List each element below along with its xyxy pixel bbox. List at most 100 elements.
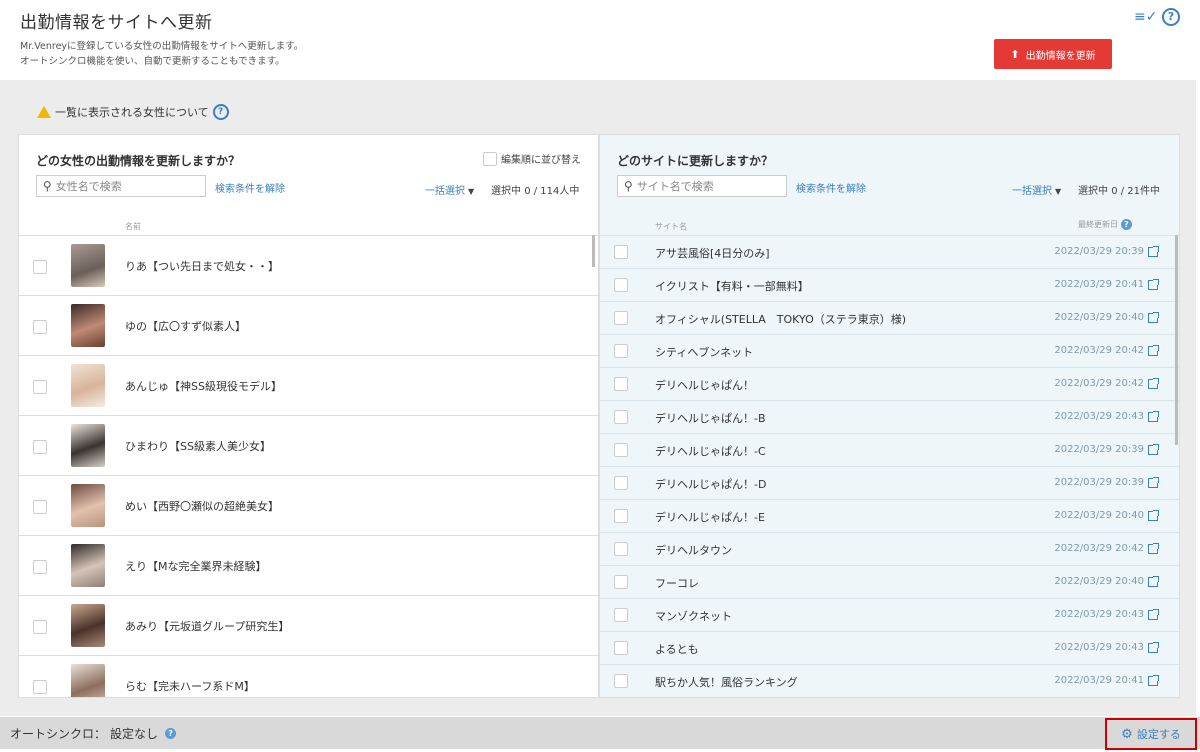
date-text: 2022/03/29 20:40 <box>1054 312 1144 323</box>
site-row[interactable]: デリヘルじゃぱん！ 2022/03/29 20:42 <box>600 367 1179 400</box>
woman-row[interactable]: めい【西野〇瀬似の超絶美女】 <box>19 475 598 535</box>
external-link-icon[interactable] <box>1148 641 1159 653</box>
sort-checkbox[interactable] <box>483 151 497 166</box>
women-list: りあ【つい先日まで処女・・】 ゆの【広〇すず似素人】 あんじゅ【神SS級現役モデ… <box>19 235 598 697</box>
external-link-icon[interactable] <box>1148 476 1159 488</box>
women-bulk-select[interactable]: 一括選択 ▼ <box>425 182 474 197</box>
woman-row[interactable]: らむ【完未ハーフ系ドM】 <box>19 655 598 697</box>
woman-name: あんじゅ【神SS級現役モデル】 <box>125 380 282 393</box>
site-row[interactable]: よるとも 2022/03/29 20:43 <box>600 631 1179 664</box>
woman-row[interactable]: あみり【元坂道グループ研究生】 <box>19 595 598 655</box>
woman-row[interactable]: りあ【つい先日まで処女・・】 <box>19 235 598 295</box>
sites-panel-title: どのサイトに更新しますか？ <box>617 154 774 168</box>
date-text: 2022/03/29 20:41 <box>1054 675 1144 686</box>
external-link-icon[interactable] <box>1148 608 1159 620</box>
site-row[interactable]: 駅ちか人気！風俗ランキング 2022/03/29 20:41 <box>600 664 1179 697</box>
last-updated: 2022/03/29 20:40 <box>1054 311 1159 323</box>
sites-bulk-select[interactable]: 一括選択 ▼ <box>1012 182 1061 197</box>
row-checkbox[interactable] <box>614 443 628 457</box>
update-attendance-button[interactable]: ⬆ 出勤情報を更新 <box>994 39 1112 69</box>
last-updated: 2022/03/29 20:42 <box>1054 377 1159 389</box>
woman-photo <box>71 364 105 407</box>
external-link-icon[interactable] <box>1148 575 1159 587</box>
women-list-scrollbar[interactable] <box>592 235 595 267</box>
row-checkbox[interactable] <box>33 440 47 454</box>
site-row[interactable]: デリヘルじゃぱん！-E 2022/03/29 20:40 <box>600 499 1179 532</box>
last-updated: 2022/03/29 20:40 <box>1054 509 1159 521</box>
woman-row[interactable]: あんじゅ【神SS級現役モデル】 <box>19 355 598 415</box>
sort-by-edit-toggle[interactable]: 編集順に並び替え <box>483 151 581 166</box>
site-row[interactable]: フーコレ 2022/03/29 20:40 <box>600 565 1179 598</box>
sites-search-input[interactable] <box>636 179 767 193</box>
last-updated: 2022/03/29 20:40 <box>1054 575 1159 587</box>
external-link-icon[interactable] <box>1148 542 1159 554</box>
row-checkbox[interactable] <box>33 620 47 634</box>
row-checkbox[interactable] <box>33 680 47 694</box>
row-checkbox[interactable] <box>614 311 628 325</box>
notice-text: 一覧に表示される女性について <box>55 106 209 119</box>
sites-list-scrollbar[interactable] <box>1175 235 1178 445</box>
sites-search[interactable]: ⚲ <box>617 175 787 197</box>
site-row[interactable]: シティヘブンネット 2022/03/29 20:42 <box>600 334 1179 367</box>
women-search-input[interactable] <box>55 179 186 193</box>
row-checkbox[interactable] <box>614 245 628 259</box>
row-checkbox[interactable] <box>33 380 47 394</box>
help-icon[interactable]: ? <box>1162 8 1180 26</box>
row-checkbox[interactable] <box>33 320 47 334</box>
external-link-icon[interactable] <box>1148 245 1159 257</box>
site-row[interactable]: デリヘルじゃぱん！-B 2022/03/29 20:43 <box>600 400 1179 433</box>
page-title: 出勤情報をサイトへ更新 <box>20 13 213 33</box>
women-search[interactable]: ⚲ <box>36 175 206 197</box>
external-link-icon[interactable] <box>1148 443 1159 455</box>
external-link-icon[interactable] <box>1148 410 1159 422</box>
last-updated: 2022/03/29 20:39 <box>1054 245 1159 257</box>
external-link-icon[interactable] <box>1148 311 1159 323</box>
selected-label: 選択中 <box>1078 186 1108 197</box>
row-checkbox[interactable] <box>614 476 628 490</box>
sort-label: 編集順に並び替え <box>501 155 581 166</box>
row-checkbox[interactable] <box>614 344 628 358</box>
woman-row[interactable]: ゆの【広〇すず似素人】 <box>19 295 598 355</box>
site-row[interactable]: デリヘルじゃぱん！-C 2022/03/29 20:39 <box>600 433 1179 466</box>
row-checkbox[interactable] <box>614 641 628 655</box>
row-checkbox[interactable] <box>614 575 628 589</box>
update-button-label: 出勤情報を更新 <box>1025 50 1096 62</box>
list-check-icon[interactable]: ≡✓ <box>1134 8 1157 26</box>
sites-selected-count: 選択中 0 / 21件中 <box>1078 182 1160 197</box>
women-panel: どの女性の出勤情報を更新しますか？ 編集順に並び替え ⚲ 検索条件を解除 一括選… <box>18 134 599 698</box>
row-checkbox[interactable] <box>614 278 628 292</box>
site-row[interactable]: デリヘルじゃぱん！-D 2022/03/29 20:39 <box>600 466 1179 499</box>
site-row[interactable]: イクリスト【有料・一部無料】 2022/03/29 20:41 <box>600 268 1179 301</box>
site-row[interactable]: アサ芸風俗[4日分のみ] 2022/03/29 20:39 <box>600 235 1179 268</box>
site-name: よるとも <box>655 643 699 656</box>
sites-clear-search-link[interactable]: 検索条件を解除 <box>796 180 866 195</box>
row-checkbox[interactable] <box>33 500 47 514</box>
external-link-icon[interactable] <box>1148 509 1159 521</box>
question-icon[interactable]: ? <box>1121 219 1132 230</box>
site-row[interactable]: マンゾクネット 2022/03/29 20:43 <box>600 598 1179 631</box>
external-link-icon[interactable] <box>1148 278 1159 290</box>
question-icon[interactable]: ? <box>165 728 177 739</box>
row-checkbox[interactable] <box>614 377 628 391</box>
row-checkbox[interactable] <box>33 560 47 574</box>
row-checkbox[interactable] <box>614 509 628 523</box>
date-text: 2022/03/29 20:43 <box>1054 609 1144 620</box>
external-link-icon[interactable] <box>1148 344 1159 356</box>
woman-row[interactable]: えり【Mな完全業界未経験】 <box>19 535 598 595</box>
sites-list: アサ芸風俗[4日分のみ] 2022/03/29 20:39 イクリスト【有料・一… <box>600 235 1179 697</box>
site-row[interactable]: デリヘルタウン 2022/03/29 20:42 <box>600 532 1179 565</box>
row-checkbox[interactable] <box>614 410 628 424</box>
site-name: デリヘルじゃぱん！-B <box>655 412 766 425</box>
woman-row[interactable]: ひまわり【SS級素人美少女】 <box>19 415 598 475</box>
external-link-icon[interactable] <box>1148 674 1159 686</box>
selected-value: 0 / 114人中 <box>524 186 580 197</box>
women-clear-search-link[interactable]: 検索条件を解除 <box>215 180 285 195</box>
notice-help-icon[interactable]: ? <box>212 104 229 120</box>
row-checkbox[interactable] <box>614 608 628 622</box>
external-link-icon[interactable] <box>1148 377 1159 389</box>
row-checkbox[interactable] <box>614 542 628 556</box>
row-checkbox[interactable] <box>614 674 628 688</box>
site-row[interactable]: オフィシャル(STELLA TOKYO（ステラ東京）様) 2022/03/29 … <box>600 301 1179 334</box>
row-checkbox[interactable] <box>33 260 47 274</box>
settings-button[interactable]: ⚙ 設定する <box>1105 718 1197 750</box>
